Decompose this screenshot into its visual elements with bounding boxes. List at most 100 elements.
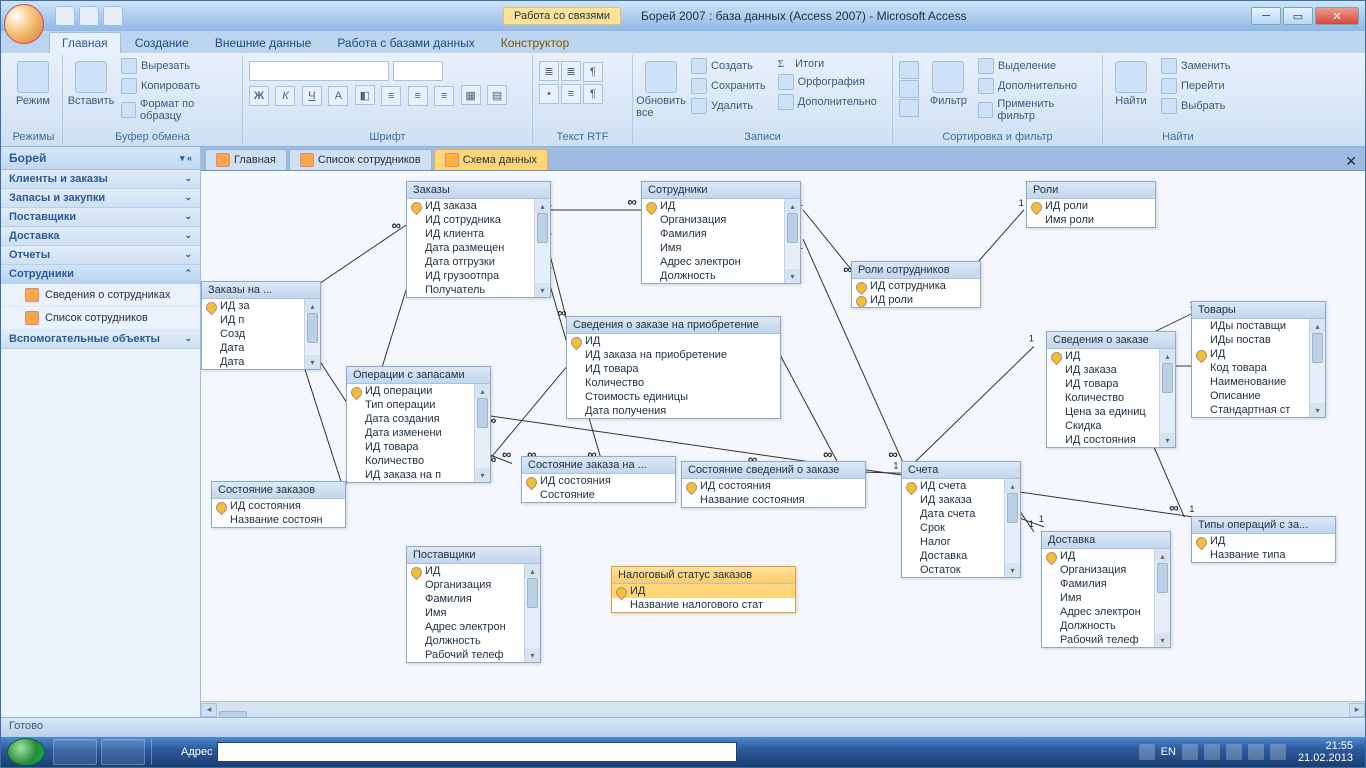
table-field[interactable]: ИД операции <box>347 384 490 398</box>
scroll-down-button[interactable]: ▾ <box>475 468 490 482</box>
scroll-thumb[interactable] <box>1007 493 1018 523</box>
ribbon-tab-external[interactable]: Внешние данные <box>203 33 324 53</box>
fill-color-button[interactable]: ◧ <box>355 85 375 105</box>
table-field[interactable]: Дата получения <box>567 404 780 418</box>
vertical-scrollbar[interactable]: ▴▾ <box>1004 479 1020 577</box>
table-field[interactable]: ИД состояния <box>522 474 675 488</box>
more-records-button[interactable]: Дополнительно <box>774 93 881 111</box>
table-title[interactable]: Заказы на ... <box>202 282 320 299</box>
font-color-button[interactable]: A <box>328 86 348 106</box>
table-field[interactable]: Тип операции <box>347 398 490 412</box>
scroll-left-button[interactable]: ◂ <box>201 703 217 717</box>
table-title[interactable]: Доставка <box>1042 532 1170 549</box>
spelling-button[interactable]: Орфография <box>774 73 881 91</box>
table-field[interactable]: Название состоян <box>212 513 345 527</box>
table-field[interactable]: Рабочий телеф <box>1042 633 1170 647</box>
table-field[interactable]: ИД <box>407 564 540 578</box>
table-field[interactable]: ИД п <box>202 313 320 327</box>
select-button[interactable]: Выбрать <box>1157 97 1234 115</box>
selection-filter-button[interactable]: Выделение <box>974 57 1096 75</box>
table-title[interactable]: Типы операций с за... <box>1192 517 1335 534</box>
nav-group[interactable]: Поставщики⌄ <box>1 208 200 227</box>
table-title[interactable]: Сотрудники <box>642 182 800 199</box>
nav-group[interactable]: Запасы и закупки⌄ <box>1 189 200 208</box>
table-window[interactable]: РолиИД ролиИмя роли <box>1026 181 1156 228</box>
table-field[interactable]: Дата изменени <box>347 426 490 440</box>
table-field[interactable]: ИД <box>642 199 800 213</box>
alt-row-button[interactable]: ▤ <box>487 85 507 105</box>
table-field[interactable]: ИД счета <box>902 479 1020 493</box>
table-title[interactable]: Роли сотрудников <box>852 262 980 279</box>
nav-header[interactable]: Борей▾ « <box>1 147 200 170</box>
table-field[interactable]: Налог <box>902 535 1020 549</box>
table-field[interactable]: ИД сотрудника <box>852 279 980 293</box>
table-field[interactable]: Дата создания <box>347 412 490 426</box>
table-window[interactable]: Налоговый статус заказовИДНазвание налог… <box>611 566 796 613</box>
table-window[interactable]: Состояние сведений о заказеИД состоянияН… <box>681 461 866 508</box>
table-field[interactable]: ИД состояния <box>212 499 345 513</box>
doc-tab-home[interactable]: Главная <box>205 149 287 170</box>
table-window[interactable]: Состояние заказовИД состоянияНазвание со… <box>211 481 346 528</box>
address-input[interactable] <box>217 742 737 762</box>
table-field[interactable]: ИД <box>1047 349 1175 363</box>
filter-button[interactable]: Фильтр <box>927 57 970 107</box>
close-document-button[interactable]: ✕ <box>1337 153 1365 170</box>
scroll-thumb[interactable] <box>537 213 548 243</box>
replace-button[interactable]: Заменить <box>1157 57 1234 75</box>
table-field[interactable]: Должность <box>1042 619 1170 633</box>
scroll-thumb[interactable] <box>787 213 798 243</box>
nav-group[interactable]: Доставка⌄ <box>1 227 200 246</box>
vertical-scrollbar[interactable]: ▴▾ <box>1154 549 1170 647</box>
table-field[interactable]: ИДы поставщи <box>1192 319 1325 333</box>
scroll-thumb[interactable] <box>477 398 488 428</box>
table-field[interactable]: Адрес электрон <box>407 620 540 634</box>
scroll-right-button[interactable]: ▸ <box>1349 703 1365 717</box>
table-field[interactable]: Дата размещен <box>407 241 550 255</box>
tray-icon[interactable] <box>1139 744 1155 760</box>
start-button[interactable] <box>7 738 45 766</box>
vertical-scrollbar[interactable]: ▴▾ <box>474 384 490 482</box>
office-button[interactable] <box>4 4 44 44</box>
table-field[interactable]: ИД заказа <box>902 493 1020 507</box>
table-field[interactable]: ИД роли <box>1027 199 1155 213</box>
ribbon-tab-home[interactable]: Главная <box>49 32 121 53</box>
rtl-button[interactable]: ¶ <box>583 84 603 104</box>
table-field[interactable]: ИД грузоотпра <box>407 269 550 283</box>
bullets-button[interactable]: • <box>539 84 559 104</box>
format-painter-button[interactable]: Формат по образцу <box>117 97 236 123</box>
table-field[interactable]: ИД <box>1042 549 1170 563</box>
tray-flag-icon[interactable] <box>1226 744 1242 760</box>
scroll-up-button[interactable]: ▴ <box>525 564 540 578</box>
qat-redo-icon[interactable] <box>103 6 123 26</box>
align-center-button[interactable]: ≡ <box>408 86 428 106</box>
table-field[interactable]: Название налогового стат <box>612 598 795 612</box>
table-title[interactable]: Товары <box>1192 302 1325 319</box>
table-field[interactable]: ИД состояния <box>1047 433 1175 447</box>
sort-asc-button[interactable] <box>899 61 919 79</box>
table-window[interactable]: Операции с запасамиИД операцииТип операц… <box>346 366 491 483</box>
save-record-button[interactable]: Сохранить <box>687 77 770 95</box>
vertical-scrollbar[interactable]: ▴▾ <box>304 299 320 369</box>
table-window[interactable]: Типы операций с за...ИДНазвание типа <box>1191 516 1336 563</box>
table-field[interactable]: Организация <box>1042 563 1170 577</box>
table-title[interactable]: Состояние заказов <box>212 482 345 499</box>
sort-desc-button[interactable] <box>899 80 919 98</box>
table-field[interactable]: ИДы постав <box>1192 333 1325 347</box>
table-field[interactable]: Название состояния <box>682 493 865 507</box>
maximize-button[interactable]: ▭ <box>1283 7 1313 25</box>
qat-save-icon[interactable] <box>55 6 75 26</box>
table-field[interactable]: Имя роли <box>1027 213 1155 227</box>
table-field[interactable]: Название типа <box>1192 548 1335 562</box>
table-field[interactable]: Остаток <box>902 563 1020 577</box>
table-window[interactable]: Заказы на ...ИД заИД пСоздДатаДата▴▾ <box>201 281 321 370</box>
ltr-button[interactable]: ¶ <box>583 62 603 82</box>
table-field[interactable]: Фамилия <box>407 592 540 606</box>
table-window[interactable]: СчетаИД счетаИД заказаДата счетаСрокНало… <box>901 461 1021 578</box>
table-field[interactable]: Количество <box>347 454 490 468</box>
align-right-button[interactable]: ≡ <box>434 86 454 106</box>
table-field[interactable]: ИД товара <box>1047 377 1175 391</box>
ribbon-tab-dbtools[interactable]: Работа с базами данных <box>325 33 486 53</box>
table-field[interactable]: Фамилия <box>1042 577 1170 591</box>
bold-button[interactable]: Ж <box>249 86 269 106</box>
cut-button[interactable]: Вырезать <box>117 57 236 75</box>
